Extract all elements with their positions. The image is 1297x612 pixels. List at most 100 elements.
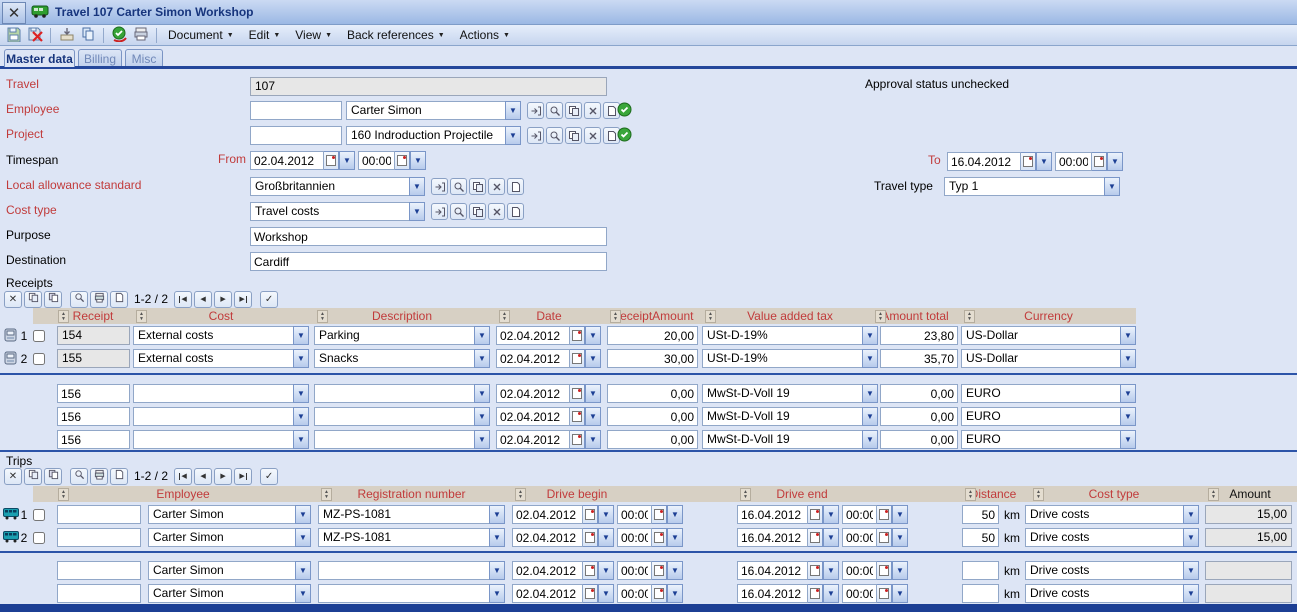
cost-type-value[interactable]: Drive costs [1025,528,1183,547]
dropdown-button[interactable]: ▼ [1183,528,1199,547]
dropdown-button[interactable]: ▼ [293,407,309,426]
trip-code-input[interactable] [57,584,141,603]
receipt-amount-input[interactable] [607,326,698,345]
calendar-button[interactable] [570,407,585,426]
apply-button[interactable]: ✓ [260,291,278,308]
sort-icon[interactable]: ▲▼ [321,488,332,501]
calendar-button[interactable] [877,505,892,524]
dropdown-button[interactable]: ▼ [598,528,614,547]
time-input[interactable] [842,505,877,524]
menu-document[interactable]: Document▼ [162,26,243,44]
search-rows-button[interactable] [70,291,88,308]
receipt-amount-input[interactable] [607,407,698,426]
project-code-input[interactable] [250,126,342,145]
dropdown-button[interactable]: ▼ [598,561,614,580]
employee-value[interactable]: Carter Simon [148,584,295,603]
apply-button[interactable]: ✓ [260,468,278,485]
calendar-button[interactable] [1021,152,1036,171]
local-allowance-dropdown-button[interactable]: ▼ [409,177,425,196]
employee-dropdown-button[interactable]: ▼ [505,101,521,120]
cost-value[interactable] [133,407,293,426]
description-value[interactable]: Snacks [314,349,474,368]
dropdown-button[interactable]: ▼ [585,430,601,449]
sort-icon[interactable]: ▲▼ [705,310,716,323]
copy-value-button[interactable] [565,102,582,119]
time-input[interactable] [617,505,652,524]
new-row-button[interactable] [110,291,128,308]
dropdown-button[interactable]: ▼ [585,407,601,426]
currency-value[interactable]: EURO [961,430,1120,449]
amount-total-input[interactable] [880,326,958,345]
receipts-header-currency[interactable]: ▲▼Currency [961,308,1136,324]
clear-button[interactable] [584,127,601,144]
dropdown-button[interactable]: ▼ [667,528,683,547]
dropdown-button[interactable]: ▼ [667,561,683,580]
date-input[interactable] [737,584,808,603]
copy-value-button[interactable] [469,178,486,195]
employee-value[interactable]: Carter Simon [148,561,295,580]
calendar-button[interactable] [570,430,585,449]
vat-value[interactable]: MwSt-D-Voll 19 [702,384,862,403]
dropdown-button[interactable]: ▼ [1183,584,1199,603]
trip-code-input[interactable] [57,561,141,580]
date-input[interactable] [737,528,808,547]
dropdown-button[interactable]: ▼ [585,349,601,368]
delete-row-button[interactable]: ✕ [4,291,22,308]
employee-dropdown-value[interactable]: Carter Simon [346,101,505,120]
date-input[interactable] [496,407,570,426]
to-time-dropdown-button[interactable]: ▼ [1107,152,1123,171]
dropdown-button[interactable]: ▼ [474,384,490,403]
menu-actions[interactable]: Actions▼ [454,26,519,44]
import-button[interactable] [56,26,77,45]
print-rows-button[interactable] [90,468,108,485]
prev-page-button[interactable]: ◀ [194,468,212,485]
save-delete-button[interactable] [24,26,45,45]
calendar-button[interactable] [652,505,667,524]
dropdown-button[interactable]: ▼ [598,584,614,603]
vat-value[interactable]: USt-D-19% [702,326,862,345]
trip-code-input[interactable] [57,505,141,524]
calendar-button[interactable] [395,151,410,170]
new-record-button[interactable] [507,178,524,195]
trips-header-cost-type[interactable]: ▲▼Cost type [1030,486,1198,502]
calendar-button[interactable] [808,528,823,547]
dropdown-button[interactable]: ▼ [585,326,601,345]
dropdown-button[interactable]: ▼ [293,384,309,403]
date-input[interactable] [512,528,583,547]
last-page-button[interactable]: ▶ [234,291,252,308]
new-record-button[interactable] [507,203,524,220]
sort-icon[interactable]: ▲▼ [610,310,621,323]
description-value[interactable] [314,430,474,449]
close-button[interactable]: ✕ [2,2,26,24]
calendar-button[interactable] [877,561,892,580]
calendar-button[interactable] [808,561,823,580]
goto-button[interactable] [431,178,448,195]
travel-type-value[interactable]: Typ 1 [944,177,1104,196]
dropdown-button[interactable]: ▼ [862,384,878,403]
tab-misc[interactable]: Misc [125,49,163,67]
dropdown-button[interactable]: ▼ [823,584,839,603]
paste-row-button[interactable] [44,291,62,308]
currency-value[interactable]: US-Dollar [961,326,1120,345]
dropdown-button[interactable]: ▼ [474,407,490,426]
calendar-button[interactable] [570,349,585,368]
receipt-number-input[interactable] [57,430,130,449]
distance-input[interactable] [962,505,999,524]
trips-header-registration[interactable]: ▲▼Registration number [318,486,505,502]
goto-button[interactable] [431,203,448,220]
time-input[interactable] [617,528,652,547]
cost-type-value[interactable]: Drive costs [1025,505,1183,524]
sort-icon[interactable]: ▲▼ [740,488,751,501]
date-input[interactable] [512,505,583,524]
copy-value-button[interactable] [565,127,582,144]
sort-icon[interactable]: ▲▼ [58,488,69,501]
copy-row-button[interactable] [24,468,42,485]
calendar-button[interactable] [1092,152,1107,171]
dropdown-button[interactable]: ▼ [892,561,908,580]
cost-type-value[interactable]: Drive costs [1025,561,1183,580]
currency-value[interactable]: EURO [961,384,1120,403]
receipts-header-cost[interactable]: ▲▼Cost [133,308,309,324]
sort-icon[interactable]: ▲▼ [1208,488,1219,501]
dropdown-button[interactable]: ▼ [474,430,490,449]
dropdown-button[interactable]: ▼ [295,528,311,547]
